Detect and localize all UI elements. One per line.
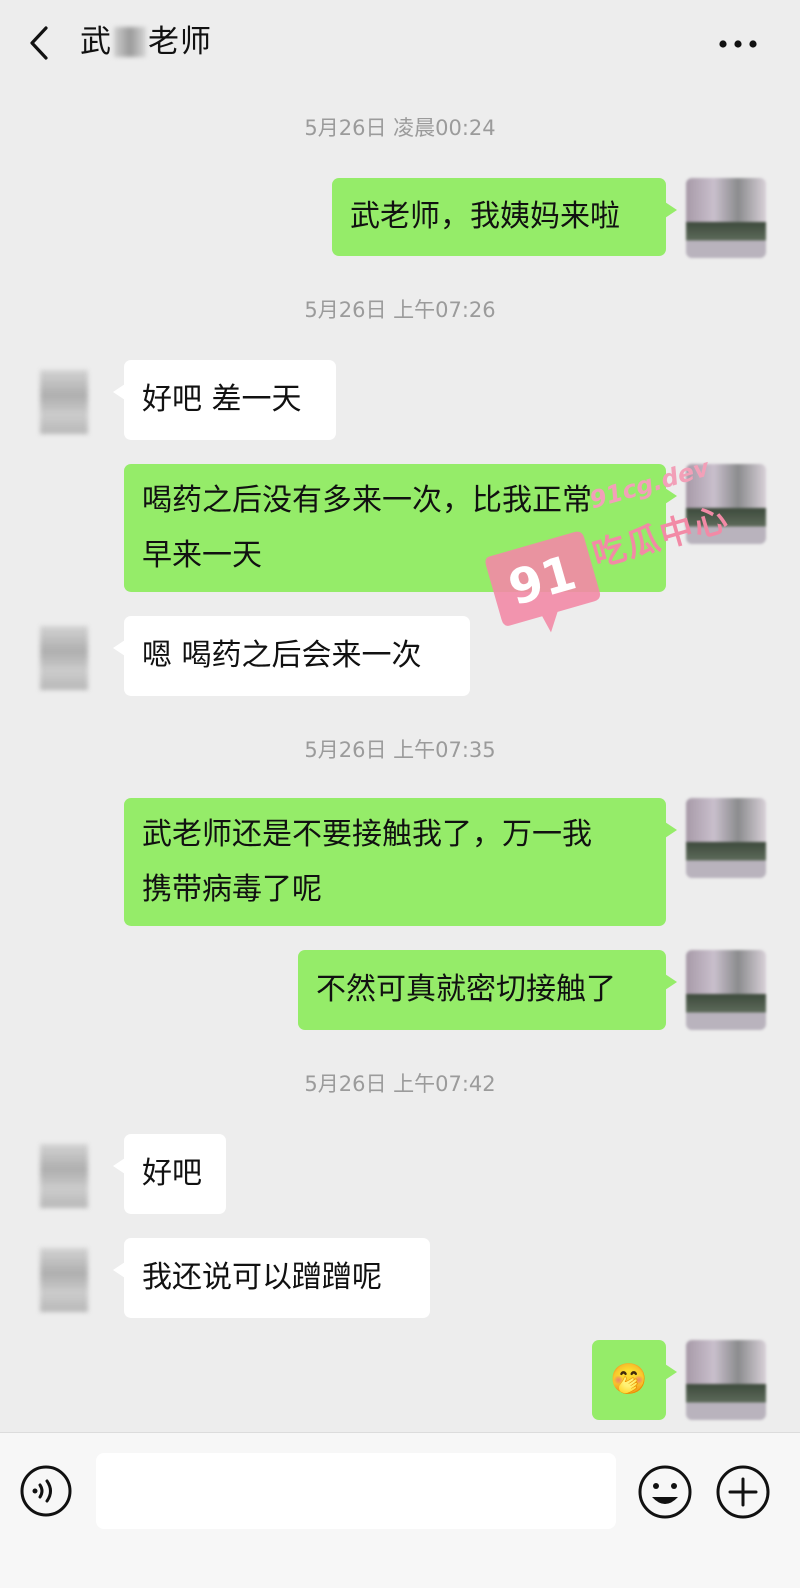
input-bar bbox=[0, 1432, 800, 1588]
back-arrow-icon[interactable] bbox=[22, 22, 58, 64]
more-dots-icon[interactable] bbox=[714, 24, 762, 64]
contact-avatar[interactable] bbox=[40, 1248, 88, 1312]
my-avatar[interactable] bbox=[686, 950, 766, 1030]
my-avatar[interactable] bbox=[686, 1340, 766, 1420]
emoji-message-bubble[interactable]: 🤭 bbox=[592, 1340, 677, 1420]
voice-icon[interactable] bbox=[18, 1463, 74, 1519]
plus-icon[interactable] bbox=[714, 1463, 772, 1521]
contact-avatar[interactable] bbox=[40, 370, 88, 434]
redacted-name-blur bbox=[114, 27, 146, 57]
message-bubble-me[interactable]: 武老师还是不要接触我了，万一我 携带病毒了呢 bbox=[124, 798, 677, 926]
contact-avatar[interactable] bbox=[40, 626, 88, 690]
contact-avatar[interactable] bbox=[40, 1144, 88, 1208]
message-bubble-other[interactable]: 好吧 差一天 bbox=[113, 360, 336, 440]
message-bubble-other[interactable]: 我还说可以蹭蹭呢 bbox=[113, 1238, 430, 1318]
emoji-icon[interactable] bbox=[636, 1463, 694, 1521]
timestamp: 5月26日 凌晨00:24 bbox=[304, 116, 496, 140]
timestamp: 5月26日 上午07:42 bbox=[304, 1072, 496, 1096]
chat-title-prefix: 武 bbox=[80, 24, 112, 60]
message-bubble-me[interactable]: 不然可真就密切接触了 bbox=[298, 950, 677, 1030]
message-bubble-me[interactable]: 武老师，我姨妈来啦 bbox=[332, 178, 677, 256]
message-input[interactable] bbox=[96, 1453, 616, 1529]
timestamp: 5月26日 上午07:35 bbox=[304, 738, 496, 762]
chat-title-suffix: 老师 bbox=[148, 24, 212, 60]
my-avatar[interactable] bbox=[686, 798, 766, 878]
chat-title: 武 老师 bbox=[80, 20, 212, 64]
chat-header: 武 老师 bbox=[0, 0, 800, 88]
message-bubble-other[interactable]: 嗯 喝药之后会来一次 bbox=[113, 616, 470, 696]
my-avatar[interactable] bbox=[686, 178, 766, 258]
timestamp: 5月26日 上午07:26 bbox=[304, 298, 496, 322]
message-bubble-other[interactable]: 好吧 bbox=[113, 1134, 226, 1214]
